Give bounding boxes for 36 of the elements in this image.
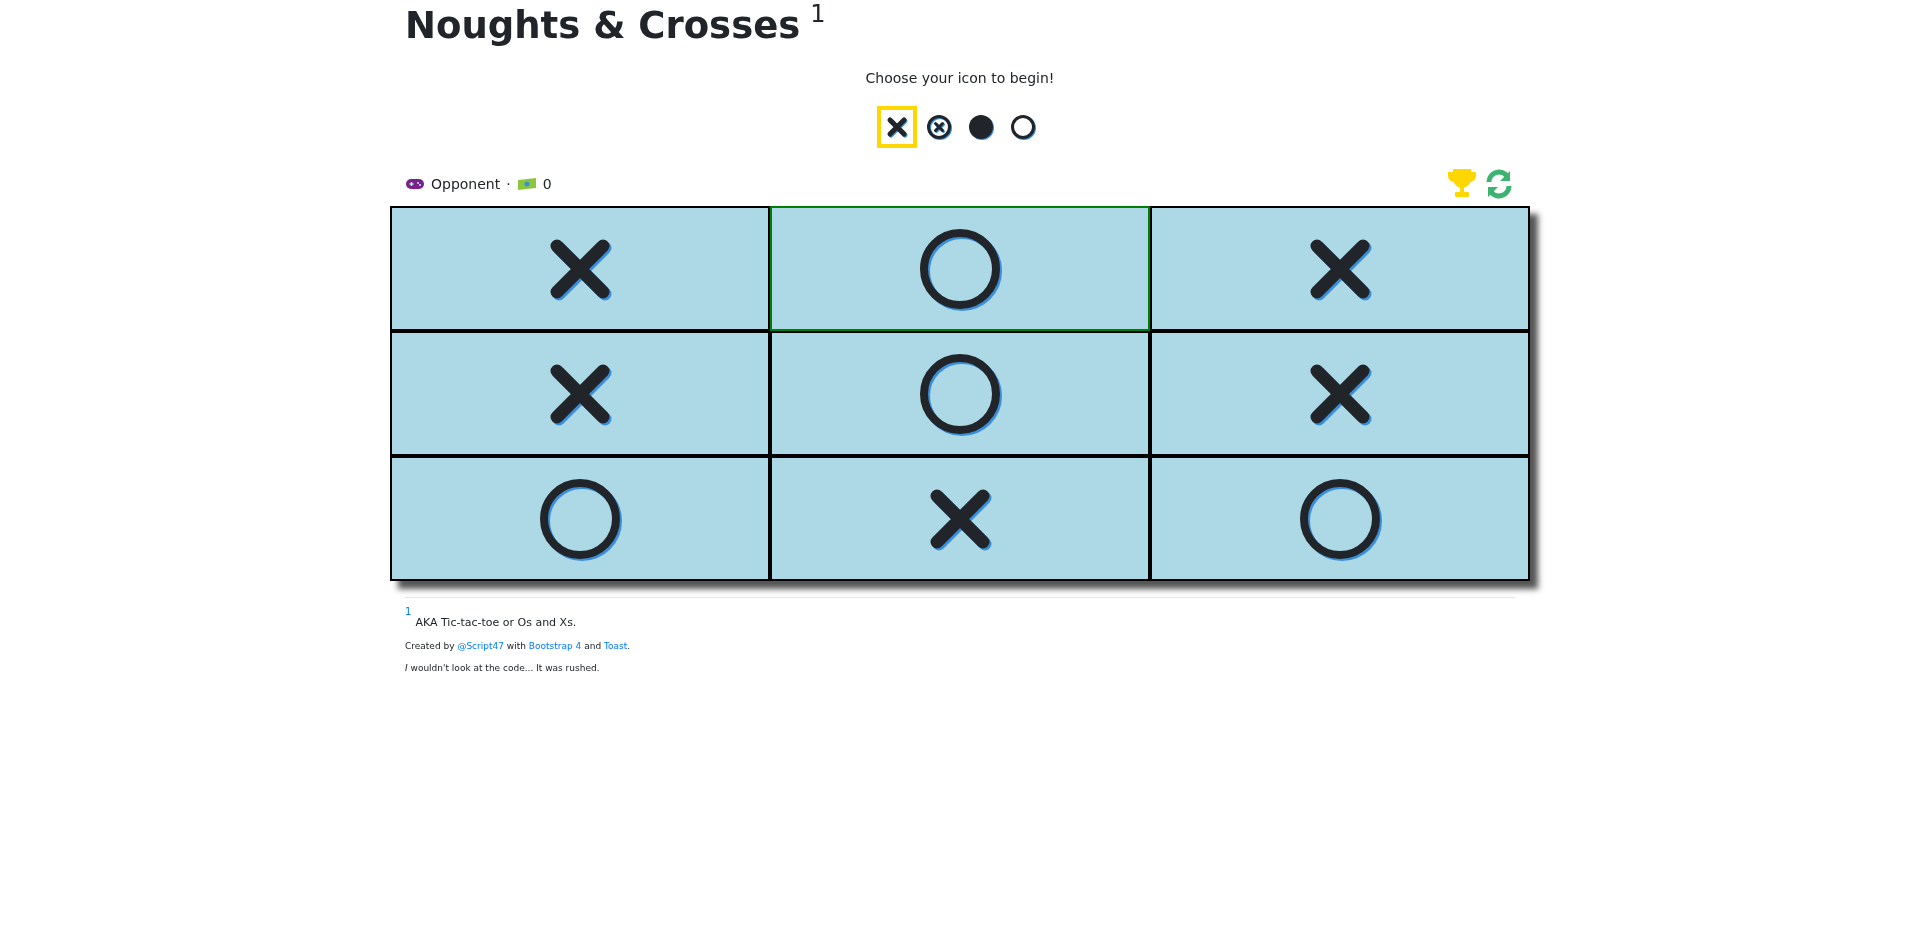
cross-icon [549,237,611,300]
ring-icon [1010,114,1036,141]
board-cell[interactable] [770,331,1150,457]
footnote-mark: 1 [810,0,826,29]
money-icon [516,177,537,192]
board-cell[interactable] [390,331,770,457]
board-cell[interactable] [1150,331,1530,457]
cross-icon [929,487,991,550]
circle-icon [918,226,1002,311]
bootstrap-link[interactable]: Bootstrap 4 [528,641,582,652]
page-title: Noughts & Crosses [405,4,801,49]
board-cell[interactable] [770,206,1150,332]
footnote-link[interactable]: 1 [405,606,412,618]
icon-option[interactable] [877,106,917,149]
circle-icon [538,476,622,561]
score-value: 0 [542,176,552,193]
board-cell[interactable] [1150,206,1530,332]
board-cell[interactable] [390,206,770,332]
opponent-label: Opponent [431,176,501,193]
circled-cross-icon [926,114,952,141]
prompt-text: Choose your icon to begin! [865,70,1055,87]
circle-icon [918,351,1002,436]
cross-icon [549,362,611,425]
credits-text: Created by @Script47 with Bootstrap 4 and Toast. [405,641,632,652]
board-cell[interactable] [390,456,770,582]
cross-icon [1309,362,1371,425]
separator-dot: · [506,176,511,193]
board-cell[interactable] [770,456,1150,582]
remark-text: I wouldn't look at the code... It was rushed. [405,663,601,674]
footnote-text: AKA Tic-tac-toe or Os and Xs. [415,616,577,630]
cross-icon [1309,237,1371,300]
filled-circle-icon [968,114,994,141]
gamepad-icon [405,178,425,191]
board-cell[interactable] [1150,456,1530,582]
circle-icon [1298,476,1382,561]
author-link[interactable]: @Script47 [457,641,504,652]
